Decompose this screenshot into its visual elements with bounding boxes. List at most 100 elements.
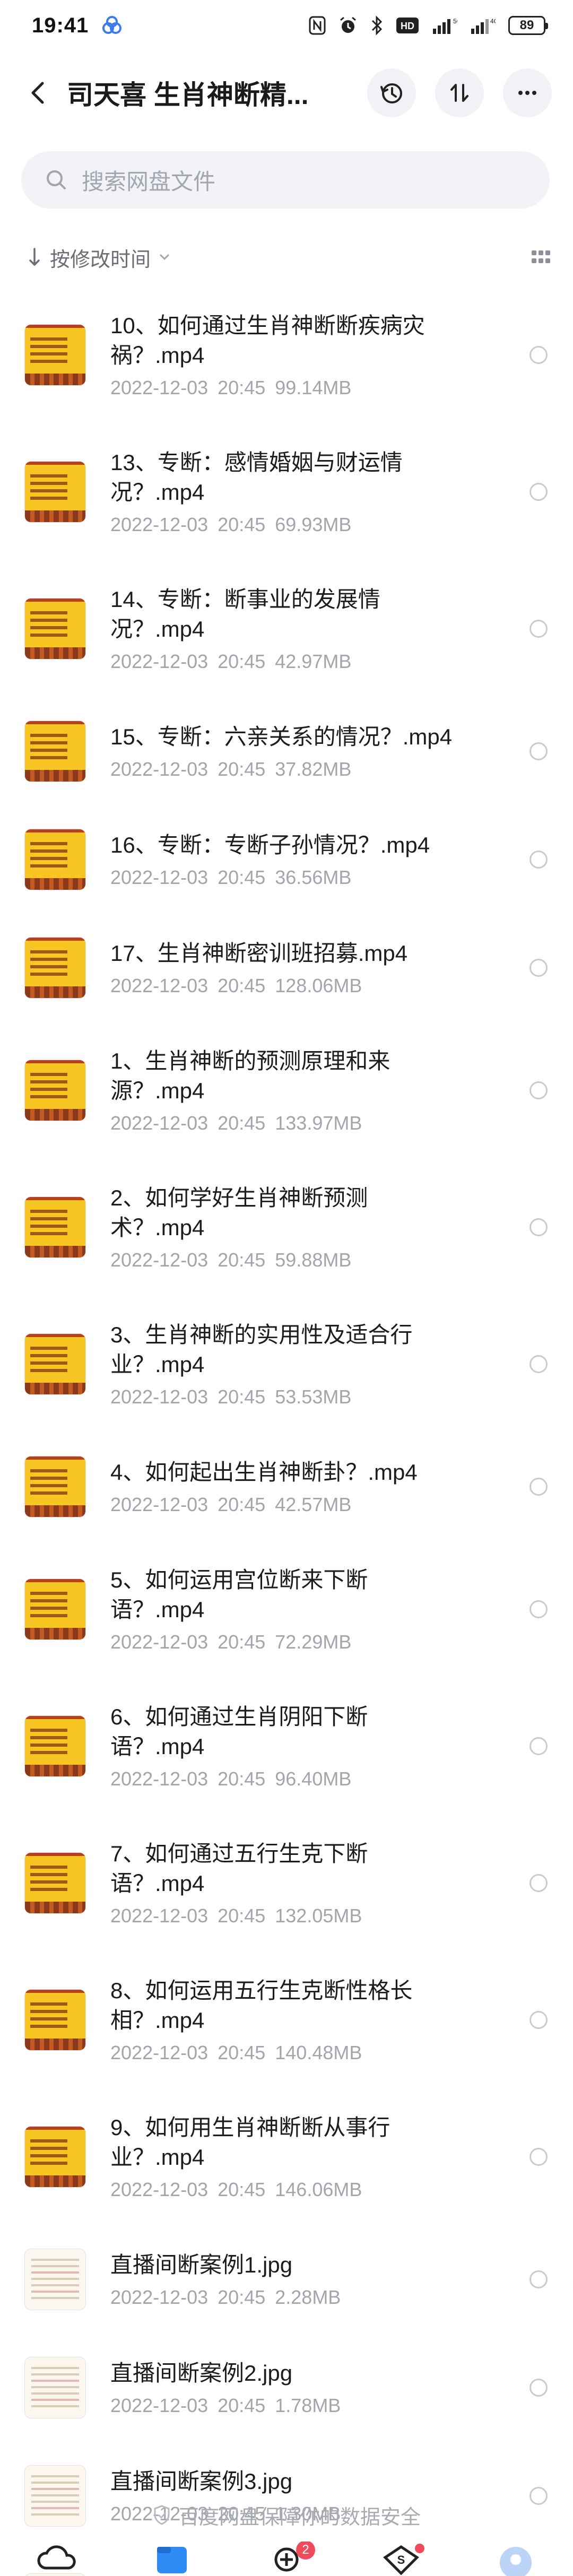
select-checkbox[interactable] — [529, 1874, 548, 1892]
select-checkbox[interactable] — [529, 2379, 548, 2397]
file-meta: 14、专断：断事业的发展情况？.mp4 2022-12-03 20:45 42.97M… — [110, 585, 529, 673]
file-time: 20:45 — [218, 2042, 266, 2063]
select-checkbox[interactable] — [529, 2011, 548, 2029]
select-checkbox[interactable] — [529, 1737, 548, 1755]
file-time: 20:45 — [218, 1905, 266, 1927]
file-time: 20:45 — [218, 377, 266, 398]
file-name: 13、专断：感情婚姻与财运情况？.mp4 — [110, 450, 403, 505]
video-thumbnail — [24, 829, 86, 890]
select-checkbox[interactable] — [529, 483, 548, 501]
file-date: 2022-12-03 — [110, 1905, 209, 1927]
select-checkbox[interactable] — [529, 2148, 548, 2166]
select-checkbox[interactable] — [529, 1600, 548, 1618]
search-placeholder: 搜索网盘文件 — [82, 169, 216, 194]
sort-transfer-icon — [450, 84, 468, 102]
tab-files[interactable] — [151, 2542, 193, 2576]
file-size: 132.05MB — [275, 1905, 362, 1927]
file-size: 96.40MB — [275, 1768, 352, 1790]
file-meta: 7、如何通过五行生克下断语？.mp4 2022-12-03 20:45 132.05M… — [110, 1839, 529, 1927]
select-checkbox[interactable] — [529, 1218, 548, 1236]
top-bar: 司天喜 生肖神断精... — [0, 58, 573, 127]
tab-profile[interactable] — [494, 2542, 537, 2576]
select-checkbox[interactable] — [529, 1478, 548, 1496]
file-time: 20:45 — [218, 1249, 266, 1271]
select-checkbox[interactable] — [529, 742, 548, 760]
alarm-icon — [338, 15, 358, 36]
file-time: 20:45 — [218, 2395, 266, 2416]
share-badge: 2 — [296, 2542, 315, 2560]
file-row[interactable]: 15、专断：六亲关系的情况？.mp4 2022-12-03 20:45 37.82MB — [0, 697, 573, 805]
file-row[interactable]: 2、如何学好生肖神断预测术？.mp4 2022-12-03 20:45 59.88MB — [0, 1159, 573, 1296]
file-info: 2022-12-03 20:45 72.29MB — [110, 1631, 529, 1653]
video-thumbnail — [24, 1456, 86, 1517]
tab-home[interactable] — [36, 2542, 79, 2576]
history-icon — [380, 83, 402, 103]
signal-icon: 5G — [432, 15, 457, 36]
file-name: 8、如何运用五行生克断性格长相？.mp4 — [110, 1978, 413, 2033]
file-info: 2022-12-03 20:45 69.93MB — [110, 514, 529, 536]
bluetooth-icon — [370, 15, 383, 36]
file-info: 2022-12-03 20:45 146.06MB — [110, 2179, 529, 2201]
file-row[interactable]: 14、专断：断事业的发展情况？.mp4 2022-12-03 20:45 42.97M… — [0, 560, 573, 697]
file-row[interactable]: 1、生肖神断的预测原理和来源？.mp4 2022-12-03 20:45 133.97… — [0, 1022, 573, 1159]
file-name: 1、生肖神断的预测原理和来源？.mp4 — [110, 1048, 390, 1103]
search-icon — [47, 170, 66, 189]
tab-vip[interactable]: S — [380, 2542, 424, 2576]
file-row[interactable]: 10、如何通过生肖神断断疾病灾祸？.mp4 2022-12-03 20:45 99.1… — [0, 287, 573, 423]
more-button[interactable] — [503, 68, 552, 117]
sort-label[interactable]: 按修改时间 — [50, 243, 151, 272]
svg-text:5G: 5G — [453, 18, 457, 25]
file-row[interactable]: 直播间断案例1.jpg 2022-12-03 20:45 2.28MB — [0, 2225, 573, 2334]
file-row[interactable]: 9、如何用生肖神断断从事行业？.mp4 2022-12-03 20:45 146.06… — [0, 2088, 573, 2225]
file-time: 20:45 — [218, 1768, 266, 1790]
file-meta: 15、专断：六亲关系的情况？.mp4 2022-12-03 20:45 37.82MB — [110, 722, 529, 780]
clock-time: 19:41 — [32, 13, 89, 37]
history-button[interactable] — [367, 68, 416, 117]
file-row[interactable]: 16、专断：专断子孙情况？.mp4 2022-12-03 20:45 36.56MB — [0, 805, 573, 914]
file-meta: 16、专断：专断子孙情况？.mp4 2022-12-03 20:45 36.56MB — [110, 830, 529, 889]
file-date: 2022-12-03 — [110, 1494, 209, 1515]
file-date: 2022-12-03 — [110, 758, 209, 780]
select-checkbox[interactable] — [529, 2270, 548, 2288]
shield-icon — [154, 2505, 170, 2525]
select-checkbox[interactable] — [529, 1355, 548, 1373]
sort-transfer-button[interactable] — [435, 68, 484, 117]
select-checkbox[interactable] — [529, 346, 548, 364]
file-info: 2022-12-03 20:45 42.57MB — [110, 1494, 529, 1516]
file-meta: 5、如何运用宫位断来下断语？.mp4 2022-12-03 20:45 72.29MB — [110, 1565, 529, 1653]
file-info: 2022-12-03 20:45 53.53MB — [110, 1386, 529, 1408]
file-row[interactable]: 7、如何通过五行生克下断语？.mp4 2022-12-03 20:45 132.05M… — [0, 1815, 573, 1951]
back-arrow-icon[interactable] — [23, 78, 53, 108]
file-row[interactable]: 直播间断案例3.jpg 2022-12-03 20:45 1.30MB — [0, 2442, 573, 2550]
search-input[interactable]: 搜索网盘文件 — [21, 151, 550, 209]
select-checkbox[interactable] — [529, 959, 548, 977]
tab-share[interactable]: 2 — [265, 2542, 315, 2576]
file-meta: 13、专断：感情婚姻与财运情况？.mp4 2022-12-03 20:45 69.93… — [110, 448, 529, 536]
video-thumbnail — [24, 1060, 86, 1121]
file-row[interactable]: 8、如何运用五行生克断性格长相？.mp4 2022-12-03 20:45 140.4… — [0, 1951, 573, 2088]
file-row[interactable]: 直播间断案例2.jpg 2022-12-03 20:45 1.78MB — [0, 2334, 573, 2442]
file-row[interactable]: 17、生肖神断密训班招募.mp4 2022-12-03 20:45 128.06MB — [0, 914, 573, 1022]
svg-text:S: S — [397, 2553, 405, 2566]
file-time: 20:45 — [218, 2179, 266, 2200]
file-row[interactable]: 3、生肖神断的实用性及适合行业？.mp4 2022-12-03 20:45 53.53… — [0, 1296, 573, 1433]
file-meta: 2、如何学好生肖神断预测术？.mp4 2022-12-03 20:45 59.88MB — [110, 1183, 529, 1271]
file-row[interactable]: 4、如何起出生肖神断卦？.mp4 2022-12-03 20:45 42.57MB — [0, 1433, 573, 1541]
file-row[interactable]: 5、如何运用宫位断来下断语？.mp4 2022-12-03 20:45 72.29MB — [0, 1541, 573, 1678]
chevron-down-icon[interactable] — [158, 251, 171, 264]
battery-icon: 89 — [508, 16, 548, 35]
file-info: 2022-12-03 20:45 59.88MB — [110, 1249, 529, 1271]
file-row[interactable]: 13、专断：感情婚姻与财运情况？.mp4 2022-12-03 20:45 69.93… — [0, 423, 573, 560]
sort-arrow-icon[interactable] — [28, 247, 41, 268]
file-meta: 8、如何运用五行生克断性格长相？.mp4 2022-12-03 20:45 140.4… — [110, 1976, 529, 2064]
select-checkbox[interactable] — [529, 851, 548, 869]
file-date: 2022-12-03 — [110, 866, 209, 888]
file-date: 2022-12-03 — [110, 1768, 209, 1790]
select-checkbox[interactable] — [529, 1081, 548, 1099]
file-date: 2022-12-03 — [110, 2042, 209, 2063]
file-row[interactable]: 6、如何通过生肖阴阳下断语？.mp4 2022-12-03 20:45 96.40MB — [0, 1678, 573, 1815]
file-size: 99.14MB — [275, 377, 352, 398]
select-checkbox[interactable] — [529, 620, 548, 638]
page-title: 司天喜 生肖神断精... — [67, 80, 309, 110]
grid-view-icon[interactable] — [531, 249, 552, 265]
